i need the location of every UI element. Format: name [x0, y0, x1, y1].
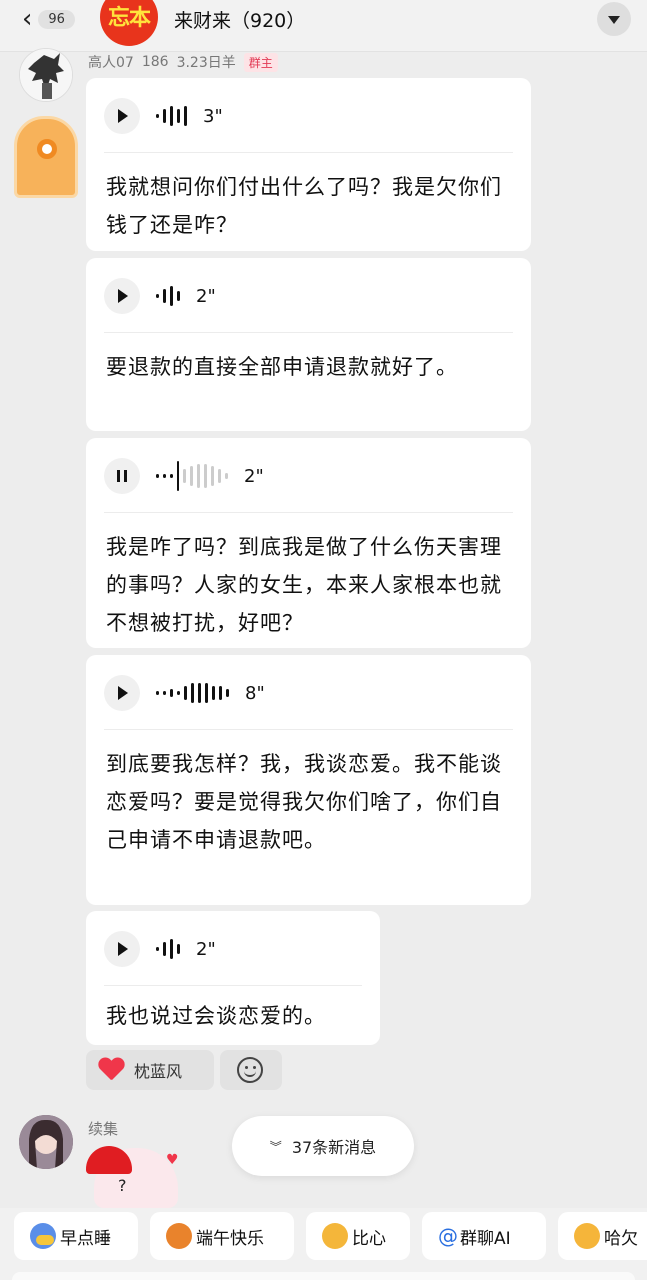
- voice-message-bubble[interactable]: 2" 我也说过会谈恋爱的。: [86, 911, 380, 1045]
- divider: [104, 985, 362, 986]
- voice-duration: 8": [245, 682, 265, 704]
- reaction-chip[interactable]: 枕蓝风: [86, 1050, 214, 1090]
- play-icon: [118, 686, 128, 700]
- sketch-avatar-image: [20, 49, 72, 101]
- voice-message-bubble[interactable]: 2" 我是咋了吗？到底我是做了什么伤天害理的事吗？人家的女生，本来人家根本也就不…: [86, 438, 531, 648]
- group-avatar-text: 忘本: [107, 6, 151, 31]
- quick-reply-label: 端午快乐: [196, 1228, 264, 1249]
- double-chevron-down-icon: ︾: [269, 1139, 282, 1154]
- sender-info: 高人07 186 3.23日羊 群主: [88, 52, 278, 72]
- waveform-icon: [156, 101, 191, 131]
- play-button[interactable]: [104, 931, 140, 967]
- waveform-icon: [156, 934, 184, 964]
- sticker-question-mark: ?: [118, 1176, 127, 1195]
- voice-message-bubble[interactable]: 8" 到底要我怎样？我，我谈恋爱。我不能谈恋爱吗？要是觉得我欠你们啥了，你们自己…: [86, 655, 531, 905]
- new-messages-button[interactable]: ︾ 37条新消息: [232, 1116, 414, 1176]
- voice-transcript: 我也说过会谈恋爱的。: [106, 1004, 326, 1028]
- door-pendant-icon: [14, 116, 78, 198]
- quick-reply-chip-group-ai[interactable]: @ 群聊AI: [422, 1212, 546, 1260]
- chevron-left-icon: ‹: [22, 4, 33, 34]
- voice-duration: 2": [244, 465, 264, 487]
- new-messages-label: 37条新消息: [291, 1138, 377, 1157]
- voice-transcript: 要退款的直接全部申请退款就好了。: [106, 355, 458, 379]
- voice-player: 3": [104, 96, 223, 136]
- heart-icon: ♥: [166, 1152, 179, 1168]
- moon-sticker-icon: [30, 1223, 56, 1249]
- waveform-icon: [156, 678, 233, 708]
- group-owner-badge: 群主: [243, 52, 278, 72]
- dragon-sticker-icon: [166, 1223, 192, 1249]
- voice-duration: 3": [203, 105, 223, 127]
- unread-count-badge: 96: [38, 9, 75, 29]
- divider: [104, 729, 513, 730]
- play-icon: [118, 942, 128, 956]
- voice-player: 2": [104, 456, 264, 496]
- heart-icon: [98, 1058, 124, 1082]
- sender-name[interactable]: 高人07: [88, 52, 134, 72]
- sender-level: 186: [141, 54, 169, 70]
- voice-player: 2": [104, 276, 216, 316]
- sender-avatar[interactable]: [19, 48, 73, 102]
- message-input-edge[interactable]: [12, 1272, 635, 1280]
- add-reaction-button[interactable]: [220, 1050, 282, 1090]
- play-icon: [118, 289, 128, 303]
- voice-transcript: 我是咋了吗？到底我是做了什么伤天害理的事吗？人家的女生，本来人家根本也就不想被打…: [106, 535, 502, 635]
- pause-button[interactable]: [104, 458, 140, 494]
- waveform-progress-icon: [156, 461, 232, 491]
- quick-reply-label: 哈欠: [604, 1228, 638, 1249]
- heart-hands-sticker-icon: [322, 1223, 348, 1249]
- cat-sticker-image[interactable]: ? ♥: [86, 1142, 186, 1208]
- divider: [104, 152, 513, 153]
- voice-message-bubble[interactable]: 3" 我就想问你们付出什么了吗？我是欠你们钱了还是咋？: [86, 78, 531, 251]
- chat-header: ‹ 96 忘本 来财来（920）: [0, 0, 647, 52]
- voice-duration: 2": [196, 938, 216, 960]
- voice-player: 8": [104, 673, 265, 713]
- play-button[interactable]: [104, 278, 140, 314]
- voice-player: 2": [104, 929, 216, 969]
- quick-reply-bar: 早点睡 端午快乐 比心 @ 群聊AI 哈欠: [0, 1208, 647, 1280]
- quick-reply-label: 群聊AI: [460, 1228, 511, 1249]
- portrait-avatar-image: [19, 1115, 73, 1169]
- group-avatar[interactable]: 忘本: [100, 0, 158, 46]
- pendant-knob: [37, 139, 57, 159]
- play-button[interactable]: [104, 675, 140, 711]
- quick-reply-chip[interactable]: 早点睡: [14, 1212, 138, 1260]
- quick-reply-chip[interactable]: 比心: [306, 1212, 410, 1260]
- divider: [104, 512, 513, 513]
- quick-reply-chip[interactable]: 哈欠: [558, 1212, 647, 1260]
- quick-reply-chip[interactable]: 端午快乐: [150, 1212, 294, 1260]
- sender-title: 3.23日羊: [176, 55, 236, 71]
- voice-duration: 2": [196, 285, 216, 307]
- play-icon: [118, 109, 128, 123]
- quick-reply-label: 比心: [352, 1228, 386, 1249]
- dropdown-menu-button[interactable]: [597, 2, 631, 36]
- smiley-icon: [237, 1057, 263, 1083]
- sender-name[interactable]: 续集: [88, 1118, 118, 1139]
- yawn-sticker-icon: [574, 1223, 600, 1249]
- quick-reply-label: 早点睡: [60, 1228, 111, 1249]
- reaction-user-name: 枕蓝风: [134, 1062, 183, 1081]
- at-icon: @: [438, 1224, 458, 1248]
- voice-transcript: 到底要我怎样？我，我谈恋爱。我不能谈恋爱吗？要是觉得我欠你们啥了，你们自己申请不…: [106, 752, 502, 852]
- voice-transcript: 我就想问你们付出什么了吗？我是欠你们钱了还是咋？: [106, 175, 502, 237]
- divider: [104, 332, 513, 333]
- group-title[interactable]: 来财来（920）: [174, 6, 305, 33]
- sender-avatar[interactable]: [19, 1115, 73, 1169]
- back-button[interactable]: ‹ 96: [22, 6, 75, 32]
- play-button[interactable]: [104, 98, 140, 134]
- voice-message-bubble[interactable]: 2" 要退款的直接全部申请退款就好了。: [86, 258, 531, 431]
- waveform-icon: [156, 281, 184, 311]
